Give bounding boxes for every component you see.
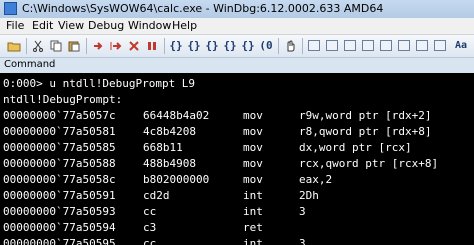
title-bar: C:\Windows\SysWOW64\calc.exe - WinDbg:6.…: [0, 0, 474, 19]
prompt-line: 0:000> u ntdll!DebugPrompt L9: [3, 77, 196, 90]
disasm-operands: 3: [299, 237, 306, 245]
paste-icon[interactable]: [66, 37, 82, 54]
disasm-bytes: 668b11: [143, 141, 183, 154]
command-panel-header: Command: [0, 58, 474, 72]
run-to-cursor-icon[interactable]: {}: [222, 37, 238, 54]
menu-file[interactable]: File: [6, 19, 24, 32]
disasm-operands: 3: [299, 205, 306, 218]
menu-edit[interactable]: Edit: [32, 19, 53, 32]
disasm-opcode: mov: [243, 141, 263, 154]
break-icon[interactable]: [144, 37, 160, 54]
symbol-line: ntdll!DebugPrompt:: [3, 93, 123, 106]
toolbar-separator: [86, 38, 87, 54]
menu-debug[interactable]: Debug: [88, 19, 124, 32]
toolbar-separator: [26, 38, 27, 54]
toolbar: {} {} {} {} {} (0 Aa: [0, 35, 474, 58]
disasm-row: 00000000`77a5058c b802000000 mov eax,2: [3, 173, 471, 187]
disasm-row: 00000000`77a50593 cc int 3: [3, 205, 471, 219]
step-into-icon[interactable]: {}: [168, 37, 184, 54]
disasm-opcode: int: [243, 237, 263, 245]
disasm-operands: eax,2: [299, 173, 333, 186]
disasm-address: 00000000`77a50594: [3, 221, 116, 234]
locals-window-icon[interactable]: [342, 37, 358, 54]
disasm-row: 00000000`77a50594 c3 ret: [3, 221, 471, 235]
trace-icon[interactable]: (0: [258, 37, 274, 54]
source-mode-icon[interactable]: [282, 37, 298, 54]
restart-icon[interactable]: [108, 37, 124, 54]
disasm-operands: 2Dh: [299, 189, 319, 202]
disasm-bytes: c3: [143, 221, 157, 234]
registers-window-icon[interactable]: [360, 37, 376, 54]
disasm-opcode: int: [243, 189, 263, 202]
disasm-address: 00000000`77a50581: [3, 125, 116, 138]
disasm-operands: rcx,qword ptr [rcx+8]: [299, 157, 439, 170]
disasm-bytes: 488b4908: [143, 157, 196, 170]
disasm-opcode: mov: [243, 125, 263, 138]
disasm-bytes: 66448b4a02: [143, 109, 210, 122]
disasm-row: 00000000`77a50595 cc int 3: [3, 237, 471, 245]
step-over-icon[interactable]: {}: [186, 37, 202, 54]
disasm-address: 00000000`77a50585: [3, 141, 116, 154]
toolbar-separator: [164, 38, 165, 54]
disasm-row: 00000000`77a50591 cd2d int 2Dh: [3, 189, 471, 203]
disasm-address: 00000000`77a50588: [3, 157, 116, 170]
disasm-opcode: mov: [243, 109, 263, 122]
disasm-opcode: ret: [243, 221, 263, 234]
windbg-app-icon: [4, 2, 17, 15]
disasm-operands: r8,qword ptr [rdx+8]: [299, 125, 432, 138]
toolbar-separator: [278, 38, 279, 54]
disasm-address: 00000000`77a5058c: [3, 173, 116, 186]
command-output[interactable]: 0:000> u ntdll!DebugPrompt L9 ntdll!Debu…: [0, 73, 474, 245]
disasm-bytes: cd2d: [143, 189, 170, 202]
menu-help[interactable]: Help: [172, 19, 197, 32]
window-title: C:\Windows\SysWOW64\calc.exe - WinDbg:6.…: [22, 2, 384, 15]
command-window-icon[interactable]: [306, 37, 322, 54]
stop-icon[interactable]: [126, 37, 142, 54]
font-icon[interactable]: Aa: [452, 37, 470, 54]
menu-window[interactable]: Window: [128, 19, 171, 32]
disasm-address: 00000000`77a50593: [3, 205, 116, 218]
menu-view[interactable]: View: [58, 19, 84, 32]
disasm-address: 00000000`77a50595: [3, 237, 116, 245]
cut-icon[interactable]: [30, 37, 46, 54]
menu-bar: File Edit View Debug Window Help: [0, 18, 474, 35]
open-icon[interactable]: [6, 37, 22, 54]
watch-window-icon[interactable]: [324, 37, 340, 54]
scratch-pad-icon[interactable]: [432, 37, 448, 54]
toolbar-separator: [302, 38, 303, 54]
command-panel-title: Command: [4, 59, 56, 70]
disasm-bytes: cc: [143, 237, 157, 245]
disasm-row: 00000000`77a50581 4c8b4208 mov r8,qword …: [3, 125, 471, 139]
disasm-operands: r9w,word ptr [rdx+2]: [299, 109, 432, 122]
disasm-row: 00000000`77a5057c 66448b4a02 mov r9w,wor…: [3, 109, 471, 123]
disasm-row: 00000000`77a50585 668b11 mov dx,word ptr…: [3, 141, 471, 155]
call-stack-window-icon[interactable]: [396, 37, 412, 54]
copy-icon[interactable]: [48, 37, 64, 54]
disasm-operands: dx,word ptr [rcx]: [299, 141, 412, 154]
step-out-icon[interactable]: {}: [204, 37, 220, 54]
disasm-opcode: mov: [243, 173, 263, 186]
disasm-bytes: 4c8b4208: [143, 125, 196, 138]
disasm-row: 00000000`77a50588 488b4908 mov rcx,qword…: [3, 157, 471, 171]
step-icon[interactable]: {}: [240, 37, 256, 54]
disasm-address: 00000000`77a5057c: [3, 109, 116, 122]
disassembly-window-icon[interactable]: [414, 37, 430, 54]
memory-window-icon[interactable]: [378, 37, 394, 54]
go-icon[interactable]: [90, 37, 106, 54]
disasm-opcode: mov: [243, 157, 263, 170]
disasm-bytes: cc: [143, 205, 157, 218]
disasm-opcode: int: [243, 205, 263, 218]
disasm-address: 00000000`77a50591: [3, 189, 116, 202]
disasm-bytes: b802000000: [143, 173, 210, 186]
